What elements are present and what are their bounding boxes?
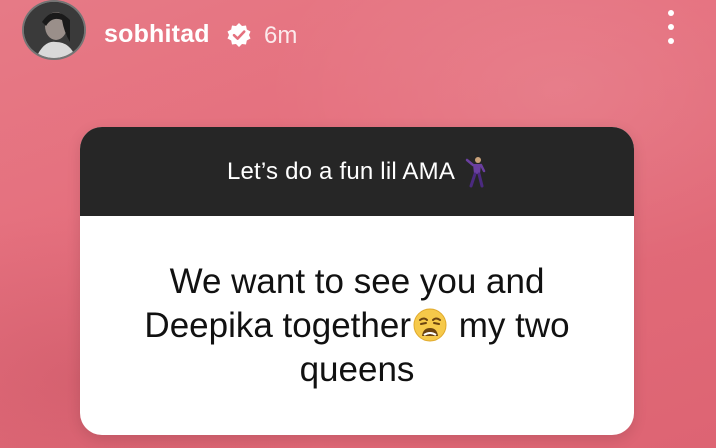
more-dot xyxy=(668,24,674,30)
verified-badge-icon xyxy=(227,23,251,47)
avatar[interactable] xyxy=(22,0,86,60)
question-sticker-body: We want to see you and Deepika together … xyxy=(80,216,634,435)
more-dot xyxy=(668,38,674,44)
story-header: sobhitad 6m xyxy=(0,0,716,80)
answer-segment: Deepika together xyxy=(144,305,411,345)
more-dot xyxy=(668,10,674,16)
more-options-icon[interactable] xyxy=(662,10,680,44)
question-prompt: Let’s do a fun lil AMA xyxy=(226,157,456,185)
question-sticker-header: Let’s do a fun lil AMA xyxy=(80,127,634,216)
weary-face-emoji xyxy=(413,308,447,341)
answer-text: We want to see you and Deepika together … xyxy=(122,260,592,392)
avatar-image xyxy=(24,2,84,58)
username[interactable]: sobhitad xyxy=(104,20,210,49)
answer-line: We want to see you and xyxy=(169,261,545,301)
post-time: 6m xyxy=(264,22,298,49)
answer-line: queens xyxy=(299,349,415,389)
question-sticker[interactable]: Let’s do a fun lil AMA We want to see yo… xyxy=(80,127,634,435)
dancing-man-emoji xyxy=(465,156,486,187)
answer-line: Deepika together my two xyxy=(122,304,592,348)
answer-segment: my two xyxy=(449,305,570,345)
